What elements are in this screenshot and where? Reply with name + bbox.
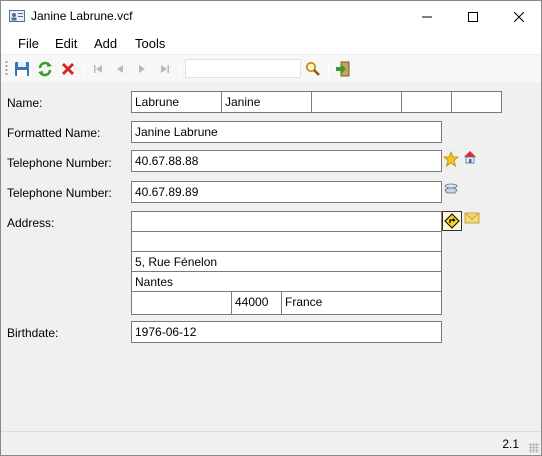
save-icon[interactable] bbox=[11, 58, 33, 80]
first-record-icon[interactable] bbox=[87, 58, 109, 80]
phone1-label: Telephone Number: bbox=[7, 156, 112, 170]
last-record-icon[interactable] bbox=[154, 58, 176, 80]
postal-code-field[interactable]: 44000 bbox=[232, 292, 282, 314]
star-icon[interactable] bbox=[442, 150, 460, 168]
toolbar-grip[interactable] bbox=[5, 60, 8, 77]
address-line2-field[interactable] bbox=[132, 232, 441, 252]
title-bar: Janine Labrune.vcf bbox=[1, 1, 541, 32]
birthdate-label: Birthdate: bbox=[7, 326, 59, 340]
envelope-icon[interactable] bbox=[463, 209, 481, 227]
region-field[interactable] bbox=[132, 292, 232, 314]
address-last-row: 44000 France bbox=[132, 292, 441, 314]
address-line1-field[interactable] bbox=[132, 212, 441, 232]
menu-edit[interactable]: Edit bbox=[55, 36, 77, 51]
search-icon[interactable] bbox=[302, 58, 324, 80]
telephone-icon[interactable] bbox=[442, 179, 460, 197]
family-name-field[interactable]: Labrune bbox=[131, 91, 222, 113]
version-text: 2.1 bbox=[502, 437, 519, 451]
home-icon[interactable] bbox=[461, 148, 479, 166]
toolbar-separator bbox=[328, 60, 329, 77]
address-label: Address: bbox=[7, 216, 55, 230]
toolbar-separator bbox=[83, 60, 84, 77]
next-record-icon[interactable] bbox=[131, 58, 153, 80]
close-button[interactable] bbox=[496, 1, 542, 32]
menu-add[interactable]: Add bbox=[94, 36, 117, 51]
formatted-name-field[interactable]: Janine Labrune bbox=[131, 121, 442, 143]
contact-card-icon bbox=[9, 9, 25, 23]
status-bar: 2.1 bbox=[1, 431, 541, 455]
maximize-button[interactable] bbox=[450, 1, 496, 32]
address-box: 5, Rue Fénelon Nantes 44000 France bbox=[131, 211, 442, 315]
additional-name-field[interactable] bbox=[311, 91, 402, 113]
app-window: Janine Labrune.vcf File Edit Add Tools N… bbox=[0, 0, 542, 456]
name-label: Name: bbox=[7, 96, 43, 110]
phone2-field[interactable]: 40.67.89.89 bbox=[131, 181, 442, 203]
toolbar bbox=[1, 55, 541, 82]
minimize-button[interactable] bbox=[404, 1, 450, 32]
name-prefix-field[interactable] bbox=[401, 91, 452, 113]
phone2-label: Telephone Number: bbox=[7, 186, 112, 200]
name-suffix-field[interactable] bbox=[451, 91, 502, 113]
exit-icon[interactable] bbox=[332, 58, 354, 80]
given-name-field[interactable]: Janine bbox=[221, 91, 312, 113]
menu-bar: File Edit Add Tools bbox=[1, 32, 541, 54]
window-title: Janine Labrune.vcf bbox=[31, 9, 133, 23]
city-field[interactable]: Nantes bbox=[132, 272, 441, 292]
refresh-icon[interactable] bbox=[34, 58, 56, 80]
menu-file[interactable]: File bbox=[18, 36, 39, 51]
resize-grip[interactable] bbox=[529, 443, 539, 453]
country-field[interactable]: France bbox=[282, 292, 441, 314]
previous-record-icon[interactable] bbox=[109, 58, 131, 80]
toolbar-separator bbox=[179, 60, 180, 77]
menu-tools[interactable]: Tools bbox=[135, 36, 165, 51]
phone1-field[interactable]: 40.67.88.88 bbox=[131, 150, 442, 172]
birthdate-field[interactable]: 1976-06-12 bbox=[131, 321, 442, 343]
search-input[interactable] bbox=[185, 59, 301, 78]
street-field[interactable]: 5, Rue Fénelon bbox=[132, 252, 441, 272]
formatted-name-label: Formatted Name: bbox=[7, 126, 101, 140]
delete-icon[interactable] bbox=[57, 58, 79, 80]
directions-icon[interactable] bbox=[442, 211, 462, 231]
